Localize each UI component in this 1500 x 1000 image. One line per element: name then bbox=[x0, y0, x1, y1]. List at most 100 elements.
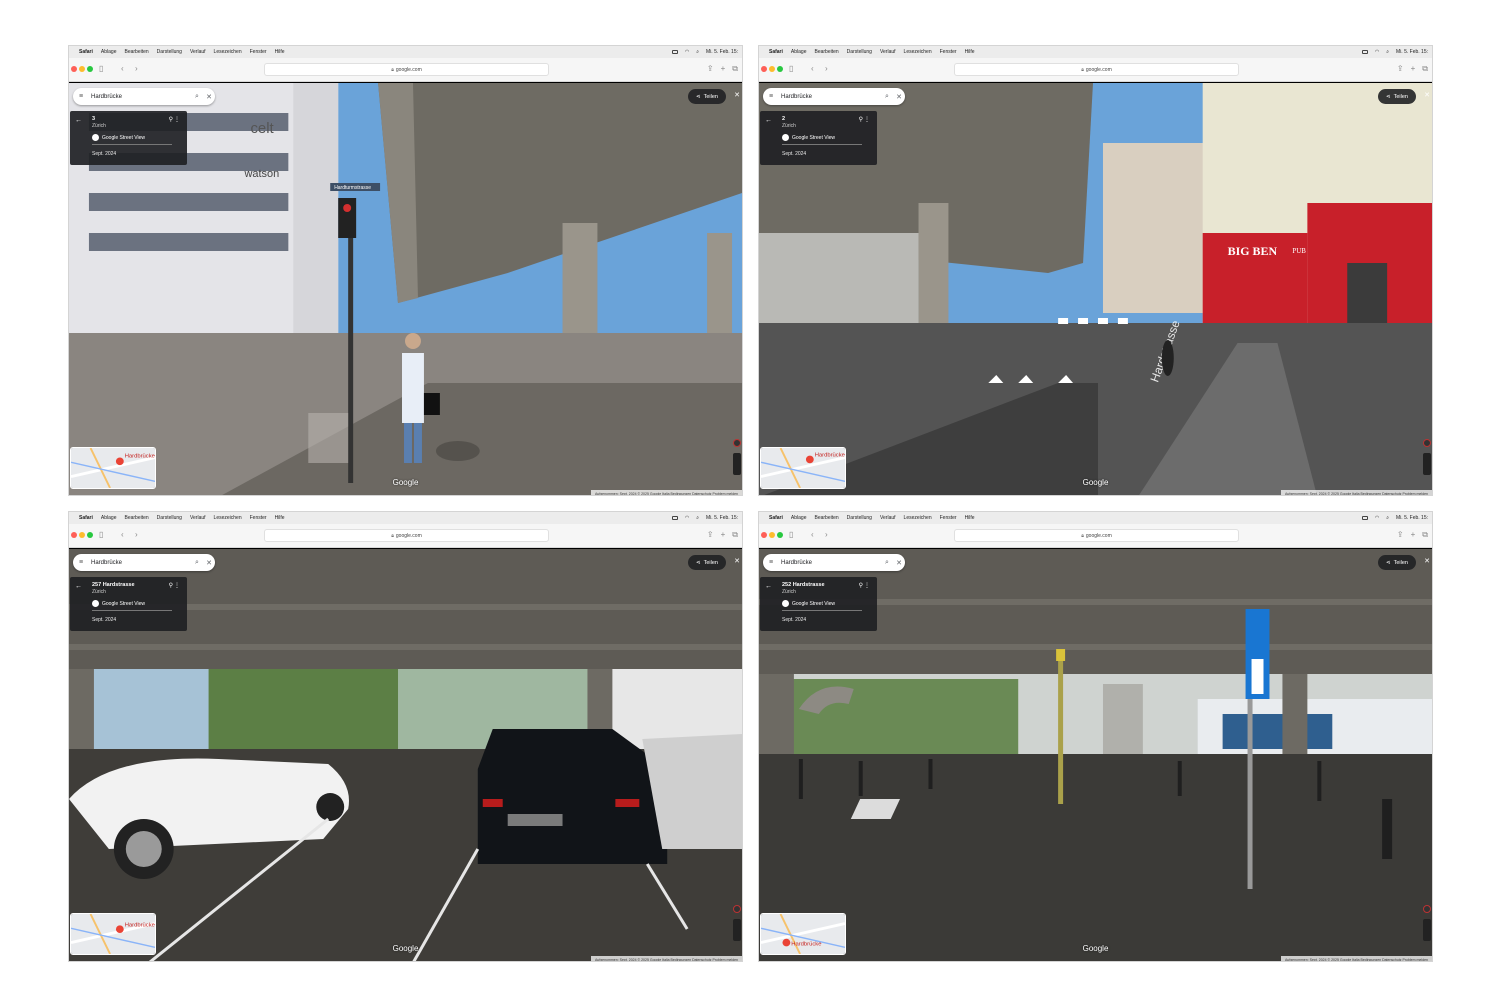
more-options-icon[interactable]: ⋮ bbox=[174, 582, 180, 589]
menu-ablage[interactable]: Ablage bbox=[791, 49, 807, 55]
zoom-control[interactable] bbox=[1423, 919, 1431, 941]
capture-date[interactable]: Sept. 2024 bbox=[92, 151, 116, 157]
search-icon[interactable]: ⌕ bbox=[1386, 49, 1389, 55]
capture-date[interactable]: Sept. 2024 bbox=[782, 617, 806, 623]
zoom-window-icon[interactable] bbox=[777, 66, 783, 72]
menu-verlauf[interactable]: Verlauf bbox=[880, 49, 896, 55]
attribution-text[interactable]: Aufgenommen: Sept. 2024 © 2025 Google It… bbox=[1285, 492, 1428, 496]
share-button[interactable]: ⋖ Teilen bbox=[688, 89, 726, 104]
forward-icon[interactable]: › bbox=[825, 531, 828, 539]
sidebar-icon[interactable]: ▯ bbox=[99, 531, 103, 539]
back-arrow-icon[interactable]: ← bbox=[75, 583, 82, 590]
attribution-bar[interactable]: Aufgenommen: Sept. 2024 © 2025 Google It… bbox=[590, 956, 742, 961]
share-button[interactable]: ⋖ Teilen bbox=[1378, 89, 1416, 104]
menu-safari[interactable]: Safari bbox=[79, 49, 93, 55]
back-icon[interactable]: ‹ bbox=[121, 531, 124, 539]
back-icon[interactable]: ‹ bbox=[811, 531, 814, 539]
zoom-control[interactable] bbox=[733, 919, 741, 941]
maps-search-text[interactable]: Hardbrücke bbox=[777, 94, 881, 100]
menu-bearbeiten[interactable]: Bearbeiten bbox=[814, 49, 838, 55]
minimap[interactable]: Hardbrücke bbox=[760, 913, 846, 955]
maps-search-box[interactable]: ≡ Hardbrücke ⌕ ✕ bbox=[763, 88, 905, 105]
menu-safari[interactable]: Safari bbox=[769, 49, 783, 55]
menu-icon[interactable]: ≡ bbox=[75, 559, 87, 566]
menu-bearbeiten[interactable]: Bearbeiten bbox=[814, 515, 838, 521]
zoom-control[interactable] bbox=[1423, 453, 1431, 475]
search-icon[interactable]: ⌕ bbox=[191, 93, 203, 101]
maps-search-text[interactable]: Hardbrücke bbox=[87, 94, 191, 100]
minimap[interactable]: Hardbrücke bbox=[70, 913, 156, 955]
menubar-datetime[interactable]: Mi. 5. Feb. 15: bbox=[706, 49, 738, 55]
share-button[interactable]: ⋖ Teilen bbox=[688, 555, 726, 570]
zoom-control[interactable] bbox=[733, 453, 741, 475]
clear-search-icon[interactable]: ✕ bbox=[893, 559, 905, 567]
menu-fenster[interactable]: Fenster bbox=[250, 49, 267, 55]
battery-icon[interactable] bbox=[671, 50, 678, 54]
menu-fenster[interactable]: Fenster bbox=[250, 515, 267, 521]
compass-icon[interactable] bbox=[733, 439, 741, 447]
capture-date[interactable]: Sept. 2024 bbox=[782, 151, 806, 157]
menu-hilfe[interactable]: Hilfe bbox=[275, 49, 285, 55]
back-icon[interactable]: ‹ bbox=[121, 65, 124, 73]
menu-hilfe[interactable]: Hilfe bbox=[275, 515, 285, 521]
back-arrow-icon[interactable]: ← bbox=[765, 583, 772, 590]
more-options-icon[interactable]: ⋮ bbox=[864, 582, 870, 589]
search-icon[interactable]: ⌕ bbox=[696, 515, 699, 521]
minimap[interactable]: Hardbrücke bbox=[760, 447, 846, 489]
back-icon[interactable]: ‹ bbox=[811, 65, 814, 73]
capture-date[interactable]: Sept. 2024 bbox=[92, 617, 116, 623]
pin-icon[interactable]: ⚲ bbox=[169, 116, 173, 123]
menubar-datetime[interactable]: Mi. 5. Feb. 15: bbox=[706, 515, 738, 521]
clear-search-icon[interactable]: ✕ bbox=[203, 559, 215, 567]
attribution-text[interactable]: Aufgenommen: Sept. 2024 © 2025 Google It… bbox=[1285, 958, 1428, 962]
maps-search-text[interactable]: Hardbrücke bbox=[777, 560, 881, 566]
menubar-datetime[interactable]: Mi. 5. Feb. 15: bbox=[1396, 49, 1428, 55]
attribution-text[interactable]: Aufgenommen: Sept. 2024 © 2025 Google It… bbox=[595, 492, 738, 496]
menu-darstellung[interactable]: Darstellung bbox=[157, 515, 182, 521]
back-arrow-icon[interactable]: ← bbox=[75, 117, 82, 124]
clear-search-icon[interactable]: ✕ bbox=[203, 93, 215, 101]
search-icon[interactable]: ⌕ bbox=[191, 559, 203, 567]
menu-fenster[interactable]: Fenster bbox=[940, 515, 957, 521]
maps-search-box[interactable]: ≡ Hardbrücke ⌕ ✕ bbox=[763, 554, 905, 571]
battery-icon[interactable] bbox=[1361, 50, 1368, 54]
street-view-viewport[interactable]: Hardstrasse BIG BEN PUB ≡ Hardbrücke ⌕ ✕… bbox=[759, 83, 1432, 496]
street-view-label[interactable]: Google Street View bbox=[102, 601, 145, 607]
minimap[interactable]: Hardbrücke bbox=[70, 447, 156, 489]
street-view-label[interactable]: Google Street View bbox=[792, 135, 835, 141]
wifi-icon[interactable]: ◠ bbox=[685, 49, 689, 55]
menu-verlauf[interactable]: Verlauf bbox=[880, 515, 896, 521]
share-icon[interactable]: ⇪ bbox=[707, 64, 714, 74]
minimize-window-icon[interactable] bbox=[769, 532, 775, 538]
menu-bearbeiten[interactable]: Bearbeiten bbox=[124, 49, 148, 55]
address-bar[interactable]: 🔒︎ google.com bbox=[954, 529, 1239, 542]
forward-icon[interactable]: › bbox=[825, 65, 828, 73]
wifi-icon[interactable]: ◠ bbox=[685, 515, 689, 521]
new-tab-icon[interactable]: + bbox=[1411, 530, 1416, 540]
close-street-view-icon[interactable]: ✕ bbox=[734, 91, 740, 99]
menu-hilfe[interactable]: Hilfe bbox=[965, 515, 975, 521]
more-options-icon[interactable]: ⋮ bbox=[864, 116, 870, 123]
menu-lesezeichen[interactable]: Lesezeichen bbox=[904, 515, 932, 521]
attribution-bar[interactable]: Aufgenommen: Sept. 2024 © 2025 Google It… bbox=[1280, 956, 1432, 962]
compass-icon[interactable] bbox=[1423, 905, 1431, 913]
close-window-icon[interactable] bbox=[71, 532, 77, 538]
more-options-icon[interactable]: ⋮ bbox=[174, 116, 180, 123]
sidebar-icon[interactable]: ▯ bbox=[789, 531, 793, 539]
tabs-icon[interactable]: ⧉ bbox=[732, 64, 738, 74]
pin-icon[interactable]: ⚲ bbox=[859, 582, 863, 589]
attribution-bar[interactable]: Aufgenommen: Sept. 2024 © 2025 Google It… bbox=[590, 490, 742, 496]
zoom-window-icon[interactable] bbox=[777, 532, 783, 538]
tabs-icon[interactable]: ⧉ bbox=[732, 530, 738, 540]
new-tab-icon[interactable]: + bbox=[721, 530, 726, 540]
menu-lesezeichen[interactable]: Lesezeichen bbox=[214, 515, 242, 521]
menu-ablage[interactable]: Ablage bbox=[101, 49, 117, 55]
zoom-window-icon[interactable] bbox=[87, 532, 93, 538]
menu-safari[interactable]: Safari bbox=[79, 515, 93, 521]
street-view-viewport[interactable]: ≡ Hardbrücke ⌕ ✕ ← 257 Hardstrasse Züric… bbox=[69, 549, 742, 961]
menu-verlauf[interactable]: Verlauf bbox=[190, 49, 206, 55]
menu-darstellung[interactable]: Darstellung bbox=[847, 49, 872, 55]
address-bar[interactable]: 🔒︎ google.com bbox=[264, 529, 549, 542]
forward-icon[interactable]: › bbox=[135, 531, 138, 539]
close-street-view-icon[interactable]: ✕ bbox=[734, 557, 740, 565]
